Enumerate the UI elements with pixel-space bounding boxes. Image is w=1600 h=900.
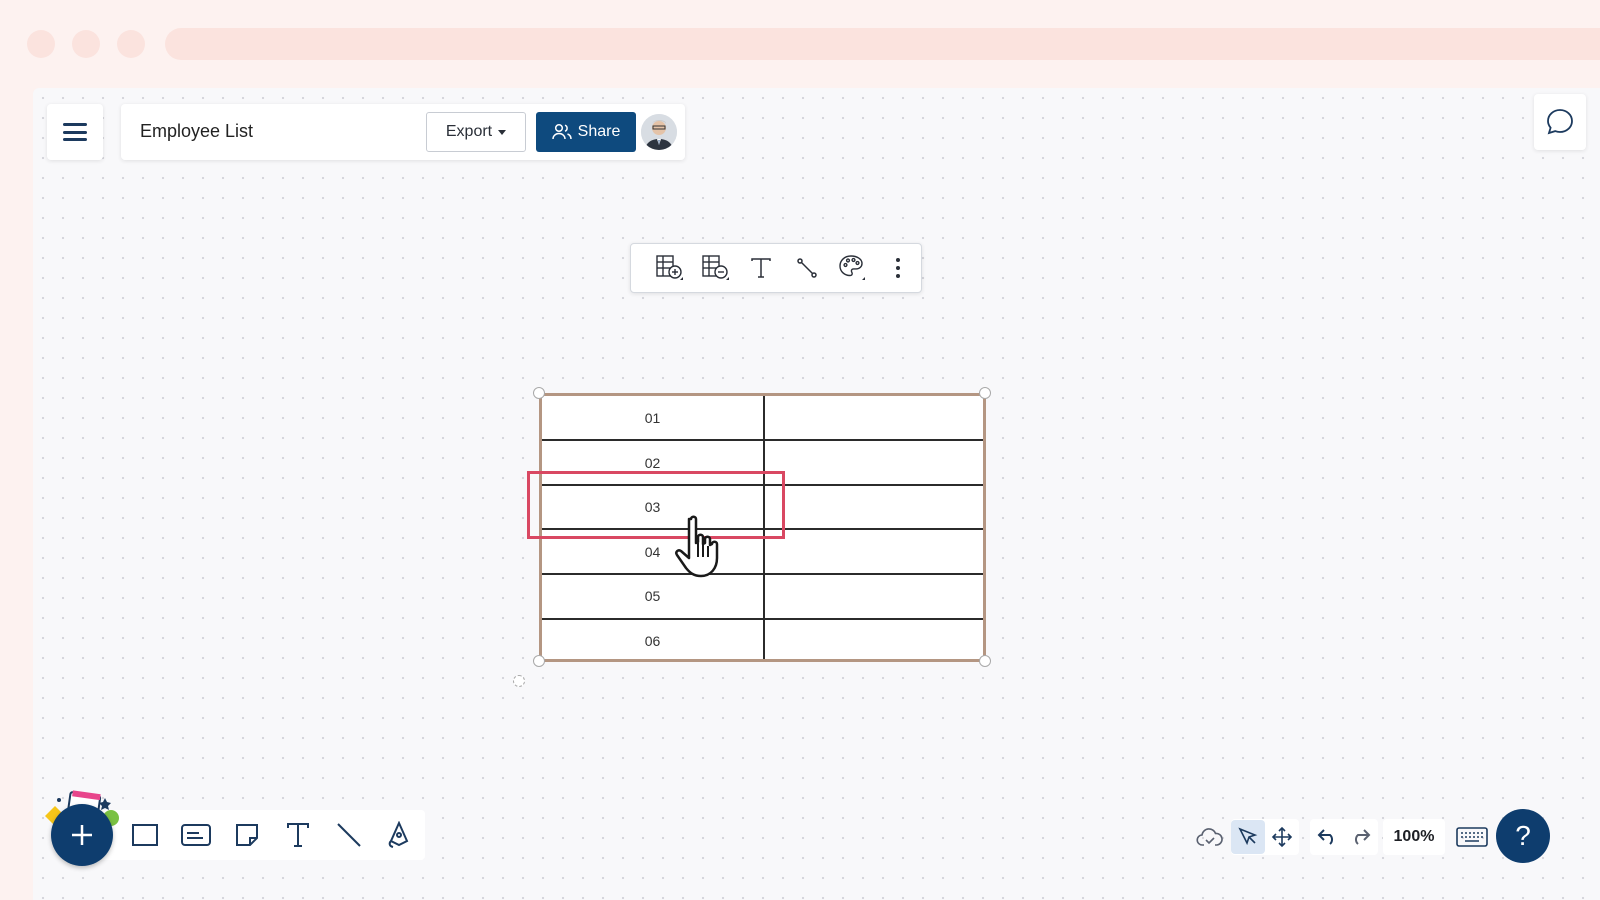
cloud-sync-button[interactable] [1193,820,1227,854]
hamburger-icon [63,123,87,141]
keyboard-shortcuts-button[interactable] [1452,820,1492,854]
table-cell-value[interactable] [765,396,983,440]
rectangle-icon [131,824,158,846]
add-button[interactable] [51,804,113,866]
share-button[interactable]: Share [536,112,636,152]
rectangle-tool[interactable] [119,815,170,855]
window-dot-2 [72,30,100,58]
add-row-icon [656,255,683,280]
more-icon [896,258,901,278]
resize-handle-top-right[interactable] [979,387,991,399]
shape-toolbar [89,810,425,860]
table-cell-value[interactable] [765,441,983,485]
table-cell-value[interactable] [765,530,983,574]
undo-icon [1317,829,1333,845]
connector-icon [797,258,817,278]
share-label: Share [577,123,621,140]
pen-tool[interactable] [374,815,425,855]
window-dot-1 [27,30,55,58]
zoom-group: 100% [1383,819,1445,855]
text-tool[interactable] [272,815,323,855]
text-button[interactable] [738,248,784,288]
sticky-note-tool[interactable] [221,815,272,855]
help-button[interactable]: ? [1496,809,1550,863]
export-button[interactable]: Export [426,112,526,152]
cursor-mode-group [1231,819,1299,855]
plus-icon [72,825,92,845]
remove-row-icon [701,255,729,280]
zoom-level[interactable]: 100% [1384,828,1445,846]
window-dot-3 [117,30,145,58]
redo-icon [1355,829,1371,845]
cloud-check-icon [1196,828,1223,846]
line-icon [336,823,361,847]
table-cell-label[interactable]: 06 [542,619,763,663]
menu-button[interactable] [47,104,103,160]
table-cell-label[interactable]: 05 [542,574,763,618]
export-label: Export [445,123,493,140]
redo-button[interactable] [1344,820,1378,854]
whiteboard-canvas[interactable]: Employee List Export Share 01 02 03 04 0… [33,88,1600,900]
text-icon [286,823,309,847]
sticky-note-icon [235,824,258,846]
question-mark-icon: ? [1515,820,1531,851]
resize-handle-bottom-left[interactable] [533,655,545,667]
table-cell-label[interactable]: 01 [542,396,763,440]
card-tool[interactable] [170,815,221,855]
table-cell-value[interactable] [765,485,983,529]
pan-mode-button[interactable] [1265,820,1299,854]
select-mode-button[interactable] [1231,820,1265,854]
connector-button[interactable] [784,248,830,288]
resize-handle-top-left[interactable] [533,387,545,399]
chevron-down-icon [498,129,507,135]
address-bar [165,28,1600,60]
chat-bubble-icon [1547,109,1573,135]
table-cell-value[interactable] [765,619,983,663]
keyboard-icon [1456,827,1488,847]
users-icon [551,123,572,140]
palette-icon [838,255,865,280]
avatar[interactable] [641,114,677,150]
pointer-icon [1238,827,1258,846]
move-icon [1271,826,1293,848]
rotate-handle[interactable] [513,675,525,687]
text-icon [751,258,771,278]
more-options-button[interactable] [875,248,921,288]
add-row-button[interactable] [647,248,693,288]
document-title[interactable]: Employee List [140,121,253,142]
comments-button[interactable] [1534,94,1586,150]
remove-row-button[interactable] [693,248,739,288]
resize-handle-bottom-right[interactable] [979,655,991,667]
shape-context-toolbar [630,243,922,293]
card-icon [180,824,211,846]
history-group [1310,819,1378,855]
line-tool[interactable] [323,815,374,855]
hand-cursor-icon [675,515,719,578]
row-highlight [527,471,785,539]
pen-icon [388,821,408,848]
document-header: Employee List Export Share [121,104,685,160]
table-cell-value[interactable] [765,574,983,618]
style-button[interactable] [830,248,876,288]
undo-button[interactable] [1310,820,1344,854]
